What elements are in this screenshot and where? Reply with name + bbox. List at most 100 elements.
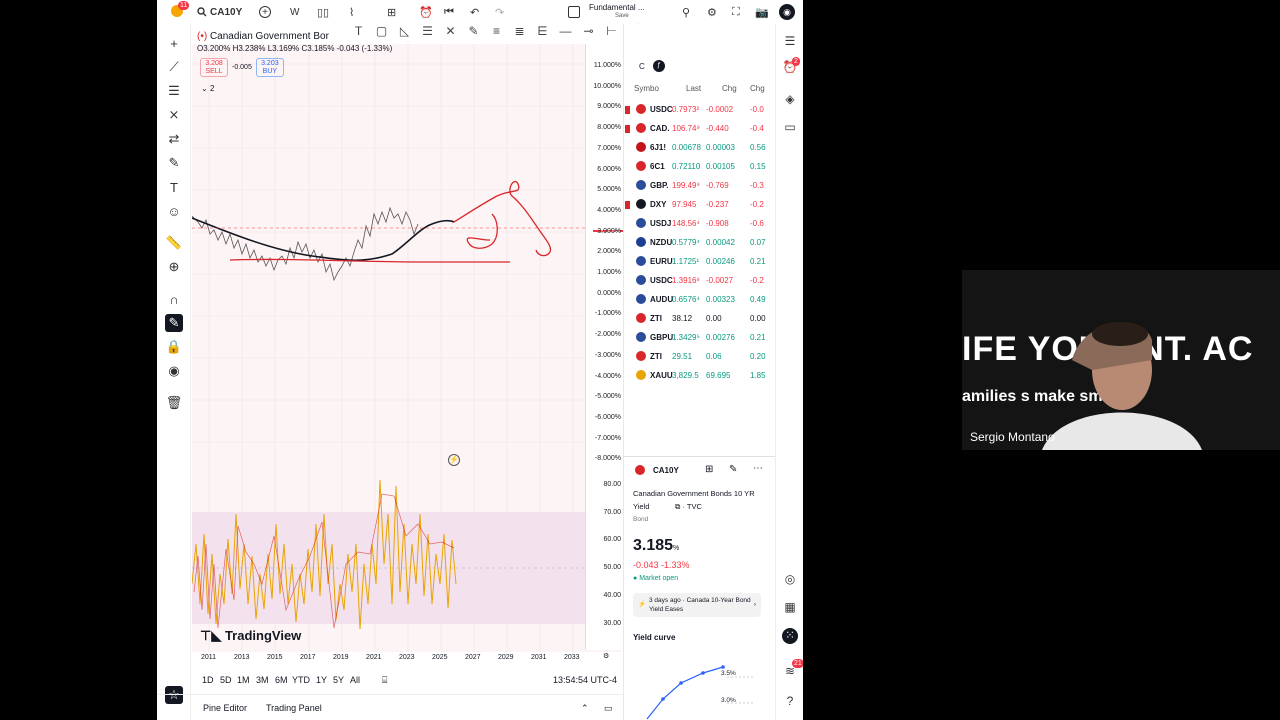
watchlist-row[interactable]: 6J1! 0.00678 0.00003 0.56 xyxy=(624,138,776,157)
maximize-panel-icon[interactable]: ▭ xyxy=(604,703,613,714)
sell-button[interactable]: 3.208 SELL xyxy=(200,58,228,77)
range-1d-button[interactable]: 1D xyxy=(202,675,214,685)
time-axis[interactable]: ⚙ 2011 2013 2015 2017 2019 2021 2023 2025 2027 20… xyxy=(192,652,622,666)
more-icon[interactable]: ⋯ xyxy=(753,463,763,474)
prediction-icon[interactable]: ⇄ xyxy=(165,130,183,148)
watchlist-row[interactable]: ZTI 38.12 0.00 0.00 xyxy=(624,309,776,328)
watchlist-row[interactable]: CAD. 106.74⁹ -0.440 -0.4 xyxy=(624,119,776,138)
hline-tool-icon[interactable]: — xyxy=(554,24,577,44)
lines-tool-icon[interactable]: ≡ xyxy=(485,24,508,44)
zoom-in-icon[interactable]: ⊕ xyxy=(165,258,183,276)
buy-button[interactable]: 3.203 BUY xyxy=(255,58,284,77)
layout-save[interactable]: Save xyxy=(589,12,645,21)
brush-icon[interactable]: ✎ xyxy=(165,154,183,172)
lock-icon[interactable]: 🔒 xyxy=(165,338,183,356)
details-source[interactable]: ⧉ · TVC xyxy=(675,502,702,512)
channel-tool-icon[interactable]: ≣ xyxy=(508,24,531,44)
pattern-tool-icon[interactable]: ✕ xyxy=(439,24,462,44)
layout-icon[interactable] xyxy=(568,6,580,18)
stay-in-drawing-mode-icon[interactable]: ✎ xyxy=(165,314,183,332)
axis-settings-gear-icon[interactable]: ⚙ xyxy=(603,652,609,660)
path-tool-icon[interactable]: ◺ xyxy=(393,24,416,44)
camera-icon[interactable]: 📷 xyxy=(755,4,769,20)
ruler-icon[interactable]: 📏 xyxy=(165,234,183,252)
collapse-up-icon[interactable]: ⌃ xyxy=(581,703,589,714)
text-icon[interactable]: T xyxy=(165,178,183,196)
chart-pane[interactable]: ⊤◣ TradingView ⚡ xyxy=(191,44,622,652)
emoji-icon[interactable]: ☺ xyxy=(165,202,183,220)
templates-icon[interactable]: ⊞ xyxy=(387,4,396,20)
apps-grid-icon[interactable]: ⁙ xyxy=(782,628,798,644)
watchlist-row[interactable]: GBP. 199.49⁹ -0.769 -0.3 xyxy=(624,176,776,195)
compare-plus-icon[interactable]: + xyxy=(259,6,271,18)
price-axis[interactable]: 3.185% 4d 4h 11.000% 10.000% 9.000% 8.000% 7… xyxy=(585,44,623,650)
fib-tool-icon[interactable]: ☰ xyxy=(416,24,439,44)
symbol-legend[interactable]: (•) Canadian Government Bor xyxy=(197,31,329,42)
watchlist-row[interactable]: EURU 1.1725¹ 0.00246 0.21 xyxy=(624,252,776,271)
layout-name[interactable]: Fundamental ... Save xyxy=(589,3,645,21)
range-3m-button[interactable]: 3M xyxy=(256,675,269,685)
text-tool-icon[interactable]: T xyxy=(347,24,370,44)
watchlist-row[interactable]: USDC 1.3916⁸ -0.0027 -0.2 xyxy=(624,271,776,290)
trendline-icon[interactable]: ⟋ xyxy=(165,58,183,76)
range-1y-button[interactable]: 1Y xyxy=(316,675,327,685)
settings-gear-icon[interactable]: ⚙ xyxy=(707,4,717,20)
tab-trading-panel[interactable]: Trading Panel xyxy=(266,703,322,713)
eye-icon[interactable]: ◉ xyxy=(165,362,183,380)
quick-search-icon[interactable]: ⚲ xyxy=(682,4,690,20)
fib-retracement-icon[interactable]: ☰ xyxy=(165,82,183,100)
xabcd-pattern-icon[interactable]: ⨯ xyxy=(165,106,183,124)
watchlist-row[interactable]: ZTI 29.51 0.06 0.20 xyxy=(624,347,776,366)
watchlist-row[interactable]: XAUU 3,829.5 69.695 1.85 xyxy=(624,366,776,385)
col-chgp[interactable]: Chg xyxy=(750,84,765,93)
undo-icon[interactable]: ↶ xyxy=(470,4,479,20)
measure-tool-icon[interactable]: ⊢ xyxy=(600,24,623,44)
alert-icon[interactable]: ⏰ xyxy=(419,4,433,20)
range-1m-button[interactable]: 1M xyxy=(237,675,250,685)
goto-date-icon[interactable]: ⌸ xyxy=(382,675,387,686)
range-6m-button[interactable]: 6M xyxy=(275,675,288,685)
stream-icon[interactable]: ≋ 21 xyxy=(782,659,803,680)
lightning-icon[interactable]: ⚡ xyxy=(448,454,460,466)
range-5y-button[interactable]: 5Y xyxy=(333,675,344,685)
watchlist-row[interactable]: DXY 97.945 -0.237 -0.2 xyxy=(624,195,776,214)
redo-icon[interactable]: ↷ xyxy=(495,4,504,20)
tab-pine-editor[interactable]: Pine Editor xyxy=(203,703,247,713)
grid-icon[interactable]: ⊞ xyxy=(705,464,713,475)
watchlist-row[interactable]: USDC 0.7973² -0.0002 -0.0 xyxy=(624,100,776,119)
magnet-icon[interactable]: ∩ xyxy=(165,290,183,308)
replay-icon[interactable]: ⏮ xyxy=(444,4,454,20)
range-5d-button[interactable]: 5D xyxy=(220,675,232,685)
edit-icon[interactable]: ✎ xyxy=(729,464,737,475)
col-symbol[interactable]: Symbo xyxy=(634,84,659,93)
clock[interactable]: 13:54:54 UTC-4 xyxy=(553,675,617,685)
details-symbol[interactable]: CA10Y xyxy=(653,466,679,475)
watchlist-row[interactable]: GBPU 1.3429⁵ 0.00276 0.21 xyxy=(624,328,776,347)
calendar-icon[interactable]: ▦ xyxy=(782,600,798,616)
trash-icon[interactable]: 🗑 xyxy=(165,394,183,412)
profile-icon[interactable]: 11 xyxy=(169,1,190,18)
col-chg[interactable]: Chg xyxy=(722,84,737,93)
publish-icon[interactable]: ◉ xyxy=(779,4,795,20)
ray-tool-icon[interactable]: ⊸ xyxy=(577,24,600,44)
crosshair-icon[interactable]: + xyxy=(165,34,183,52)
brush-tool-icon[interactable]: ✎ xyxy=(462,24,485,44)
watchlist-icon[interactable]: ☰ xyxy=(782,34,798,50)
target-icon[interactable]: ◎ xyxy=(782,572,798,588)
range-all-button[interactable]: All xyxy=(350,675,360,685)
chat-icon[interactable]: ▭ xyxy=(782,120,798,136)
col-last[interactable]: Last xyxy=(686,84,701,93)
candles-icon[interactable]: ▯▯ xyxy=(317,4,329,20)
indicators-icon[interactable]: ⌇ xyxy=(349,4,354,20)
watchlist-menu-icon[interactable]: ƒ xyxy=(653,60,665,72)
indicators-toggle[interactable]: ⌄ 2 xyxy=(201,84,214,93)
help-icon[interactable]: ? xyxy=(782,694,798,710)
interval-select[interactable]: W xyxy=(290,4,299,20)
parallel-tool-icon[interactable]: ⋿ xyxy=(531,24,554,44)
fullscreen-icon[interactable]: ⛶ xyxy=(732,4,740,20)
alerts-clock-icon[interactable]: ⏰ 2 xyxy=(782,57,800,76)
watchlist-row[interactable]: 6C1 0.72110 0.00105 0.15 xyxy=(624,157,776,176)
symbol-search[interactable]: CA10Y xyxy=(210,4,242,20)
watchlist-row[interactable]: USDJ 148.56⁴ -0.908 -0.6 xyxy=(624,214,776,233)
watchlist-row[interactable]: NZDU 0.5779⁴ 0.00042 0.07 xyxy=(624,233,776,252)
